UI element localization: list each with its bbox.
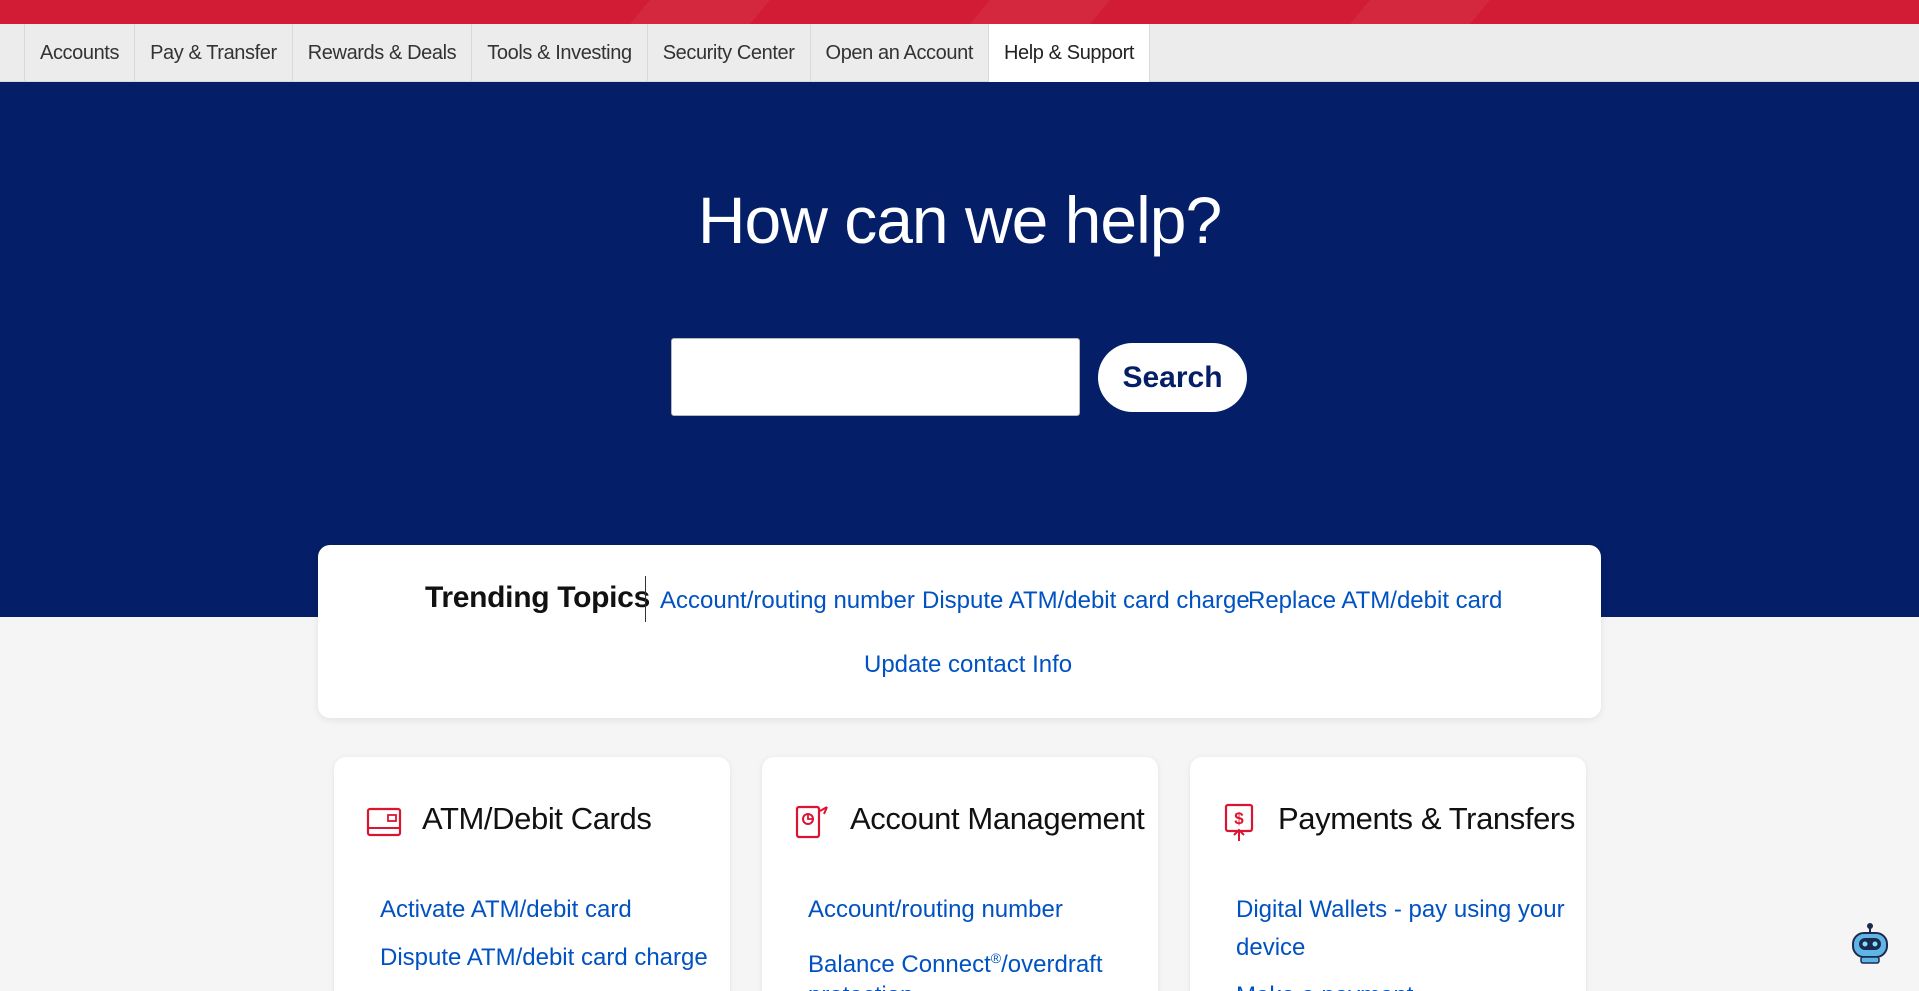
card-link-protection[interactable]: protection — [808, 977, 913, 991]
trending-divider — [645, 576, 646, 622]
nav-tabs: Accounts Pay & Transfer Rewards & Deals … — [24, 24, 1151, 82]
chatbot-robot-icon[interactable] — [1849, 922, 1891, 964]
svg-text:$: $ — [1234, 809, 1244, 828]
card-account-management: Account Management Account/routing numbe… — [762, 757, 1158, 991]
trending-link-update-contact[interactable]: Update contact Info — [864, 651, 1072, 679]
page-title: How can we help? — [697, 183, 1222, 257]
card-atm-debit-cards: ATM/Debit Cards Activate ATM/debit card … — [334, 757, 730, 991]
nav-tab-rewards-deals[interactable]: Rewards & Deals — [291, 24, 472, 82]
card-link-dispute-charge[interactable]: Dispute ATM/debit card charge — [380, 939, 708, 977]
account-management-icon — [794, 801, 830, 841]
trending-topics-title: Trending Topics — [425, 581, 650, 614]
trending-link-replace-card[interactable]: Replace ATM/debit card — [1248, 587, 1502, 615]
card-payments-transfers: $ Payments & Transfers Digital Wallets -… — [1190, 757, 1586, 991]
registered-mark: ® — [990, 950, 1002, 966]
nav-tab-accounts[interactable]: Accounts — [24, 24, 134, 82]
card-link-routing-number[interactable]: Account/routing number — [808, 891, 1063, 929]
nav-tab-tools-investing[interactable]: Tools & Investing — [471, 24, 646, 82]
search-button[interactable]: Search — [1098, 343, 1247, 412]
card-title: ATM/Debit Cards — [422, 801, 652, 836]
help-search-input[interactable] — [671, 338, 1080, 416]
card-title: Payments & Transfers — [1278, 801, 1575, 836]
balance-connect-label: Balance Connect — [808, 951, 991, 978]
trending-topics-panel: Trending Topics Account/routing number D… — [318, 545, 1601, 718]
trending-link-routing-number[interactable]: Account/routing number — [660, 587, 915, 615]
trending-link-dispute-charge[interactable]: Dispute ATM/debit card charge — [922, 587, 1250, 615]
card-link-make-payment[interactable]: Make a payment — [1236, 977, 1413, 991]
main-navigation: Accounts Pay & Transfer Rewards & Deals … — [0, 24, 1919, 82]
debit-card-icon — [366, 801, 402, 841]
overdraft-label: /overdraft — [1001, 951, 1103, 978]
payments-transfers-icon: $ — [1222, 801, 1258, 841]
nav-tab-help-support[interactable]: Help & Support — [987, 24, 1151, 82]
card-link-activate-card[interactable]: Activate ATM/debit card — [380, 891, 632, 929]
top-brand-stripe — [0, 0, 1919, 24]
card-link-digital-wallets[interactable]: Digital Wallets - pay using your — [1236, 891, 1565, 929]
card-title: Account Management — [850, 801, 1145, 836]
nav-tab-security-center[interactable]: Security Center — [646, 24, 810, 82]
card-link-digital-wallets-cont[interactable]: device — [1236, 929, 1305, 967]
nav-tab-open-account[interactable]: Open an Account — [809, 24, 988, 82]
help-hero: How can we help? Search — [0, 82, 1919, 617]
nav-tab-pay-transfer[interactable]: Pay & Transfer — [134, 24, 292, 82]
